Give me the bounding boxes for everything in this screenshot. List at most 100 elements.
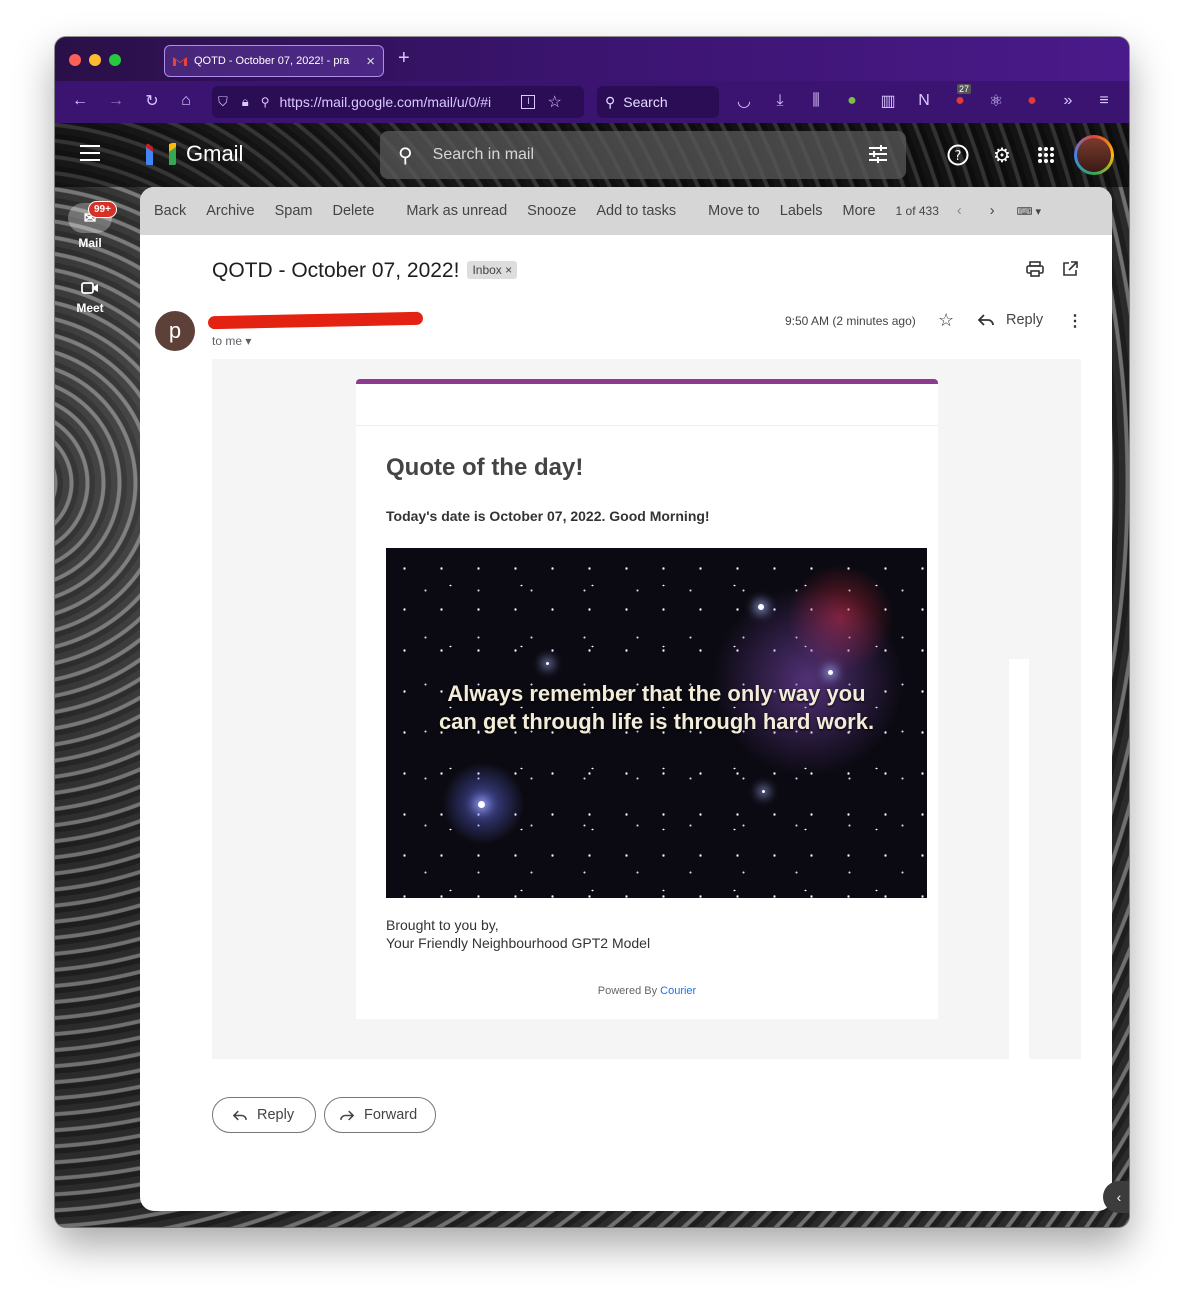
email-subject: QOTD - October 07, 2022! Inbox ×	[212, 259, 518, 283]
navigation-toolbar: ← → ↻ ⌂ ⛉ 🔒︎ ⚲ https://mail.google.com/m…	[55, 81, 1129, 123]
recipient-details-dropdown-icon[interactable]: ▾	[245, 334, 251, 348]
reload-icon[interactable]: ↻	[141, 90, 163, 112]
gmail-logo[interactable]: Gmail	[146, 141, 243, 167]
gmail-area: Gmail ⚲ Search in mail ? ⚙ ✉ Mail 99+ Me…	[55, 123, 1129, 1227]
star-icon[interactable]: ☆	[938, 310, 954, 331]
browser-search-label: Search	[623, 94, 668, 110]
overflow-chevrons-icon[interactable]: »	[1057, 90, 1079, 112]
quote-heading: Quote of the day!	[386, 454, 584, 481]
body-side-strip	[1009, 659, 1029, 1088]
redacted-sender-name	[207, 311, 424, 330]
open-in-new-window-icon[interactable]	[1062, 261, 1078, 277]
header-reply-button[interactable]: Reply	[978, 312, 1043, 328]
mail-search-placeholder[interactable]: Search in mail	[433, 146, 534, 164]
main-menu-icon[interactable]	[80, 145, 100, 161]
header-reply-label: Reply	[1006, 312, 1044, 328]
downloads-icon[interactable]: ⤓	[769, 90, 791, 112]
minimize-window-button[interactable]	[89, 54, 101, 66]
remove-label-icon[interactable]: ×	[505, 263, 512, 277]
zoom-window-button[interactable]	[109, 54, 121, 66]
apps-grid-icon[interactable]	[1034, 143, 1058, 167]
labels-button[interactable]: Labels	[780, 203, 823, 219]
title-bar: QOTD - October 07, 2022! - pra × +	[55, 37, 1129, 81]
inbox-label-chip[interactable]: Inbox ×	[467, 261, 518, 279]
browser-search-box[interactable]: ⚲ Search	[597, 86, 719, 118]
mail-search-bar[interactable]: ⚲ Search in mail	[380, 131, 906, 179]
url-text[interactable]: https://mail.google.com/mail/u/0/#i	[279, 94, 513, 110]
search-icon[interactable]: ⚲	[398, 143, 413, 168]
sender-avatar[interactable]: p	[155, 311, 195, 351]
settings-gear-icon[interactable]: ⚙	[990, 143, 1014, 167]
pocket-icon[interactable]: ◡	[733, 90, 755, 112]
lock-icon: 🔒︎	[241, 94, 249, 109]
app-menu-icon[interactable]: ≡	[1093, 90, 1115, 112]
video-camera-icon	[67, 275, 113, 301]
close-window-button[interactable]	[69, 54, 81, 66]
recipient-text: to me	[212, 334, 243, 348]
card-divider	[356, 425, 938, 426]
search-options-icon[interactable]	[868, 144, 888, 164]
star-glow	[758, 604, 764, 610]
input-tools-icon[interactable]: ⌨ ▾	[1017, 205, 1041, 218]
svg-text:?: ?	[955, 149, 962, 164]
forward-button[interactable]: Forward	[324, 1097, 436, 1133]
reader-view-icon[interactable]: I	[521, 95, 536, 109]
print-icon[interactable]	[1026, 261, 1044, 277]
browser-tab[interactable]: QOTD - October 07, 2022! - pra ×	[164, 45, 384, 77]
unread-count-badge: 99+	[88, 201, 117, 218]
mark-unread-button[interactable]: Mark as unread	[406, 203, 507, 219]
permissions-icon[interactable]: ⚲	[261, 95, 270, 109]
courier-link[interactable]: Courier	[660, 985, 696, 997]
inbox-chip-label: Inbox	[472, 263, 502, 277]
extension-grid-icon[interactable]: ▥	[877, 90, 899, 112]
powered-by-line: Powered By Courier	[356, 985, 938, 997]
move-to-button[interactable]: Move to	[708, 203, 760, 219]
extension-badge-count: 27	[957, 84, 972, 94]
powered-by-text: Powered By	[597, 985, 658, 997]
bookmark-star-icon[interactable]: ☆	[547, 92, 561, 112]
side-panel-toggle-icon[interactable]: ‹	[1103, 1181, 1129, 1213]
tab-title: QOTD - October 07, 2022! - pra	[194, 55, 350, 67]
close-tab-icon[interactable]: ×	[366, 53, 375, 70]
more-options-icon[interactable]: ⋮	[1067, 311, 1083, 331]
received-time: 9:50 AM (2 minutes ago)	[785, 314, 916, 328]
forward-arrow-icon[interactable]: →	[105, 90, 127, 112]
tomato-extension-icon[interactable]: ●	[1021, 90, 1043, 112]
account-avatar[interactable]	[1074, 135, 1114, 175]
notion-icon[interactable]: N	[913, 90, 935, 112]
add-to-tasks-button[interactable]: Add to tasks	[596, 203, 676, 219]
credit-line-1: Brought to you by,	[386, 917, 499, 933]
url-bar[interactable]: ⛉ 🔒︎ ⚲ https://mail.google.com/mail/u/0/…	[212, 86, 584, 118]
reply-button[interactable]: Reply	[212, 1097, 316, 1133]
credit-line-2: Your Friendly Neighbourhood GPT2 Model	[386, 935, 651, 951]
react-devtools-icon[interactable]: ⚛	[985, 90, 1007, 112]
rail-meet[interactable]: Meet	[67, 275, 113, 315]
forward-arrow-icon	[340, 1110, 354, 1121]
extension-globe-icon[interactable]: ●	[841, 90, 863, 112]
back-arrow-icon[interactable]: ←	[69, 90, 91, 112]
recipient-line[interactable]: to me ▾	[212, 334, 251, 348]
snooze-button[interactable]: Snooze	[527, 203, 576, 219]
gmail-m-icon	[146, 143, 176, 165]
more-button[interactable]: More	[842, 203, 875, 219]
gmail-header: Gmail ⚲ Search in mail ? ⚙	[55, 123, 1129, 187]
quote-date-line: Today's date is October 07, 2022. Good M…	[386, 508, 710, 524]
newer-chevron-icon[interactable]: ‹	[957, 203, 962, 219]
older-chevron-icon[interactable]: ›	[990, 203, 995, 219]
library-icon[interactable]: ⫼	[805, 90, 827, 112]
quote-image: Always remember that the only way you ca…	[386, 548, 927, 898]
archive-button[interactable]: Archive	[206, 203, 254, 219]
new-tab-icon[interactable]: +	[398, 47, 410, 70]
extension-badge-icon[interactable]: ● 27	[949, 84, 972, 112]
back-button[interactable]: Back	[154, 203, 186, 219]
message-action-bar: Back Archive Spam Delete Mark as unread …	[140, 187, 1112, 235]
quote-text: Always remember that the only way you ca…	[438, 681, 875, 734]
forward-button-label: Forward	[364, 1107, 418, 1123]
quote-card: Quote of the day! Today's date is Octobe…	[356, 379, 938, 1019]
delete-button[interactable]: Delete	[333, 203, 375, 219]
reply-arrow-icon	[233, 1110, 247, 1121]
home-icon[interactable]: ⌂	[175, 90, 197, 112]
spam-button[interactable]: Spam	[275, 203, 313, 219]
help-icon[interactable]: ?	[946, 143, 970, 167]
subject-text: QOTD - October 07, 2022!	[212, 259, 460, 282]
